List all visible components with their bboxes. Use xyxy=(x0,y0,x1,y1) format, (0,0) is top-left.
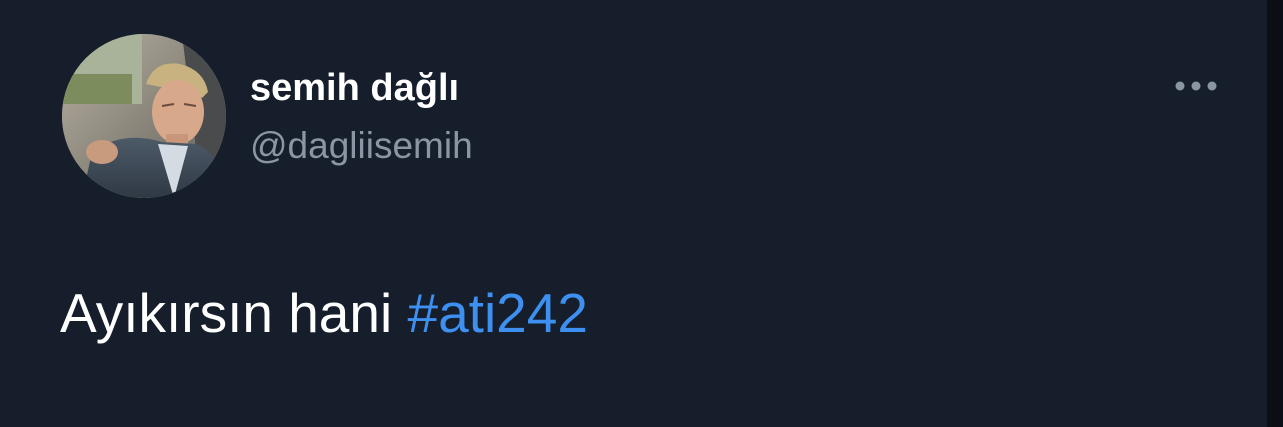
window-edge xyxy=(1267,0,1283,427)
avatar-photo xyxy=(62,34,226,198)
author-handle[interactable]: @dagliisemih xyxy=(250,124,473,168)
tweet-text-body: Ayıkırsın hani xyxy=(60,282,408,344)
author-display-name[interactable]: semih dağlı xyxy=(250,66,459,110)
hashtag-link[interactable]: #ati242 xyxy=(407,282,587,344)
avatar[interactable] xyxy=(62,34,226,198)
tweet-card: semih dağlı @dagliisemih Ayıkırsın hani … xyxy=(0,0,1267,427)
more-options-button[interactable] xyxy=(1170,74,1222,98)
tweet-text: Ayıkırsın hani #ati242 xyxy=(60,282,588,344)
more-horizontal-icon xyxy=(1175,81,1217,91)
